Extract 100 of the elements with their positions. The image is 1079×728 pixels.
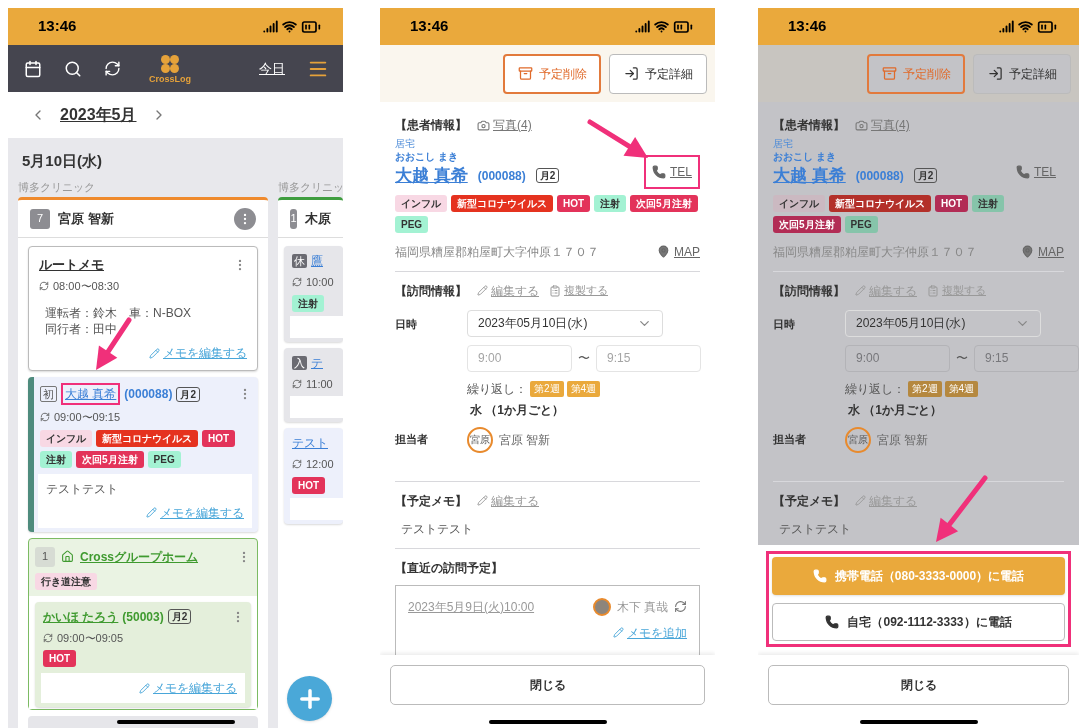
camera-icon [477, 118, 490, 132]
close-button[interactable]: 閉じる [768, 665, 1069, 705]
repeat-icon [292, 378, 302, 389]
patient-name-link[interactable]: 鷹 [311, 252, 323, 270]
tag: 新型コロナウイルス [96, 429, 198, 447]
field-label: 担当者 [773, 432, 807, 448]
tag: 注射 [972, 194, 1005, 212]
map-pin-icon [657, 245, 670, 258]
schedule-detail-button[interactable]: 予定詳細 [609, 53, 707, 94]
tag: 次回5月注射 [773, 215, 841, 233]
route-memo-title[interactable]: ルートメモ [39, 255, 104, 275]
month-link[interactable]: 2023年5月 [60, 103, 137, 127]
search-icon[interactable] [64, 59, 82, 78]
tag: 注射 [292, 294, 324, 312]
clipboard-icon [927, 284, 939, 297]
edit-memo-link[interactable]: メモを編集する [146, 503, 244, 522]
day-heading: 5月10日(水) [21, 151, 104, 171]
tag: PEG [395, 215, 429, 233]
photo-link[interactable]: 写真(4) [855, 116, 910, 134]
visit-time: 10:00 [306, 275, 334, 290]
status-time: 13:46 [38, 16, 77, 37]
patient-name-link[interactable]: 大越 真希 [395, 163, 468, 189]
memo-text: テストテスト [46, 480, 119, 498]
patient-name-link[interactable]: 大越 真希 [61, 383, 121, 405]
staff-name: 木下 真哉 [616, 598, 668, 616]
edit-memo-link[interactable]: メモを編集する [149, 344, 247, 362]
close-button[interactable]: 閉じる [390, 665, 705, 705]
patient-name-link[interactable]: テスト [292, 434, 328, 452]
delete-schedule-button[interactable]: 予定削除 [503, 53, 601, 94]
calendar-icon[interactable] [24, 59, 42, 78]
visit-type-badge: 初 [40, 386, 57, 402]
section-heading: 【訪問情報】 [395, 282, 467, 300]
patient-code: (000088) [477, 167, 526, 185]
edit-link[interactable]: 編集する [477, 281, 539, 300]
phone-icon [812, 569, 827, 583]
edit-memo-link[interactable]: メモを編集する [139, 679, 237, 697]
repeat-icon [39, 280, 49, 291]
repeat-icon [674, 600, 687, 613]
delete-schedule-button[interactable]: 予定削除 [867, 53, 965, 94]
pencil-icon [149, 347, 160, 359]
map-link[interactable]: MAP [657, 242, 700, 261]
visit-card[interactable]: テスト 12:00 HOT [284, 428, 343, 524]
pencil-icon [146, 507, 157, 518]
repeat-icon [43, 632, 53, 643]
tel-link[interactable]: TEL [1008, 154, 1064, 189]
refresh-icon[interactable] [104, 60, 121, 77]
patient-name-link[interactable]: かいほ たろう [43, 607, 119, 626]
visit-card[interactable]: 入 テ 11:00 [284, 347, 343, 422]
residence-type: 居宅 [773, 138, 794, 150]
count-badge: 1 [290, 208, 297, 229]
patient-code: (000088) [855, 167, 904, 185]
range-separator: 〜 [578, 350, 590, 367]
clipboard-icon [549, 284, 561, 297]
section-heading: 【予定メモ】 [395, 492, 467, 510]
date-select[interactable]: 2023年05月10日(水) [467, 309, 663, 337]
map-link[interactable]: MAP [1021, 242, 1064, 261]
pencil-icon [139, 682, 150, 694]
visit-card[interactable]: 初 大越 真希 (000088) 月2 09:00〜09:15 インフル 新型コロナウイルス HOT 注射 次回5月注射 PEG テストテスト メモを編集する [28, 377, 258, 532]
avatar [592, 597, 611, 616]
tel-link[interactable]: TEL [644, 154, 700, 189]
visit-date-link[interactable]: 2023年5月9日(火)10:00 [408, 597, 535, 616]
enter-icon [987, 66, 1003, 81]
more-button[interactable] [234, 207, 256, 230]
group-home-link[interactable]: Crossグループホーム [80, 547, 198, 566]
tag: インフル [773, 194, 825, 212]
date-select[interactable]: 2023年05月10日(水) [845, 309, 1041, 337]
call-button[interactable]: 携帯電話（080-3333-0000）に電話 [772, 557, 1065, 595]
section-heading: 【患者情報】 [773, 117, 845, 134]
week-badge: 第2週 [908, 380, 942, 397]
visit-type-badge: 入 [292, 355, 307, 370]
add-memo-link[interactable]: メモを追加 [613, 623, 687, 642]
copy-link[interactable]: 複製する [549, 282, 608, 299]
repeat-icon [292, 459, 302, 470]
tag: HOT [43, 650, 77, 667]
patient-kana: おおこし まき [395, 150, 459, 163]
tag: PEG [147, 450, 181, 468]
group-home-card[interactable]: 1 Crossグループホーム 行き道注意 かいほ たろう (50003) 月2 09:00〜09:05 HOT メモを編集する [28, 537, 258, 710]
call-button[interactable]: 自宅（092-1112-3333）に電話 [772, 603, 1065, 641]
tag: 新型コロナウイルス [829, 194, 931, 212]
memo-line: 運転者：鈴木 車：N-BOX [45, 305, 192, 321]
patient-kana: おおこし まき [773, 150, 837, 163]
today-link[interactable]: 今日 [259, 58, 285, 79]
field-label: 日時 [395, 316, 418, 332]
route-memo-card[interactable]: ルートメモ 08:00〜08:30 運転者：鈴木 車：N-BOX 同行者：田中 メモを編集する [28, 246, 258, 371]
tag: HOT [292, 476, 326, 494]
patient-name-link[interactable]: 大越 真希 [773, 163, 846, 189]
staff-name: 木原 [305, 209, 331, 228]
patient-code: (000088) [124, 386, 173, 403]
visit-card[interactable]: 休 鷹 10:00 注射 [284, 246, 343, 342]
count-badge: 7 [30, 208, 50, 229]
section-heading: 【訪問情報】 [773, 282, 845, 300]
wifi-icon [282, 19, 297, 34]
visit-time: 09:00〜09:05 [57, 630, 124, 646]
edit-link[interactable]: 編集する [477, 491, 539, 510]
photo-link[interactable]: 写真(4) [477, 116, 532, 134]
patient-name-link[interactable]: テ [311, 353, 323, 372]
visit-card[interactable]: かいほ たろう (50003) 月2 09:00〜09:05 HOT メモを編集する [35, 601, 251, 707]
house-icon [61, 550, 74, 563]
schedule-detail-button[interactable]: 予定詳細 [973, 53, 1071, 94]
memo-text: テストテスト [778, 520, 852, 538]
